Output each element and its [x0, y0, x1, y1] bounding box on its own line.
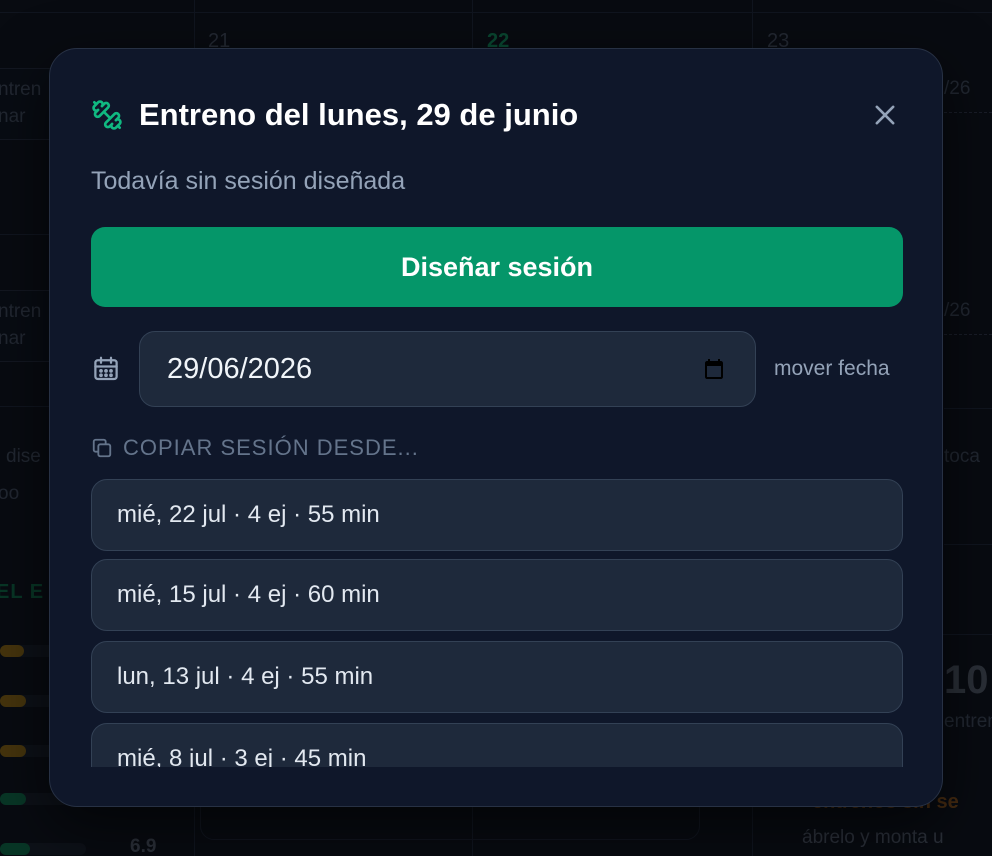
dumbbell-icon [91, 99, 123, 131]
session-modal: Entreno del lunes, 29 de junio Todavía s… [49, 48, 943, 807]
session-list-item[interactable]: mié, 8 jul · 3 ej · 45 min [91, 723, 903, 767]
date-picker-icon[interactable] [702, 356, 728, 382]
session-status-text: Todavía sin sesión diseñada [91, 167, 406, 195]
session-date-input[interactable]: 29/06/2026 [139, 331, 756, 407]
copy-session-header: COPIAR SESIÓN DESDE... [91, 434, 419, 462]
close-icon [875, 105, 895, 125]
close-button[interactable] [869, 99, 901, 131]
date-row: 29/06/2026 mover fecha [91, 331, 903, 407]
session-list[interactable]: mié, 22 jul · 4 ej · 55 min mié, 15 jul … [91, 479, 903, 767]
design-session-button[interactable]: Diseñar sesión [91, 227, 903, 307]
copy-icon [91, 436, 115, 460]
session-list-item[interactable]: mié, 15 jul · 4 ej · 60 min [91, 559, 903, 631]
date-value: 29/06/2026 [167, 352, 313, 385]
move-date-link[interactable]: mover fecha [774, 357, 890, 381]
calendar-icon [91, 353, 123, 385]
session-list-item[interactable]: mié, 22 jul · 4 ej · 55 min [91, 479, 903, 551]
modal-header: Entreno del lunes, 29 de junio [91, 95, 901, 135]
copy-session-label: COPIAR SESIÓN DESDE... [123, 435, 419, 460]
modal-title: Entreno del lunes, 29 de junio [139, 97, 579, 132]
session-list-item[interactable]: lun, 13 jul · 4 ej · 55 min [91, 641, 903, 713]
